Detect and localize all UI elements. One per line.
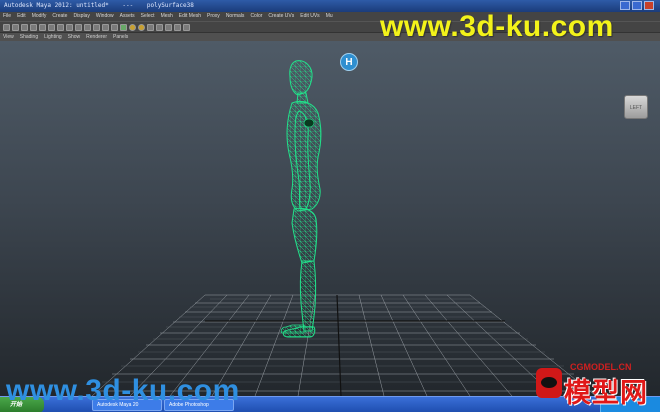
object-name: polySurface38 <box>146 2 194 9</box>
watermark-bottom: www.3d-ku.com <box>6 374 240 407</box>
snap-point-icon[interactable] <box>75 23 82 31</box>
watermark-top: www.3d-ku.com <box>380 10 614 43</box>
menu-file[interactable]: File <box>3 12 11 21</box>
wireframe-character[interactable] <box>0 41 660 396</box>
viewcube-widget[interactable]: LEFT <box>624 95 648 119</box>
save-scene-icon[interactable] <box>21 23 28 31</box>
panel-menu-renderer[interactable]: Renderer <box>86 33 107 41</box>
panel-menu-lighting[interactable]: Lighting <box>44 33 62 41</box>
menu-normals[interactable]: Normals <box>226 12 245 21</box>
menu-create-uvs[interactable]: Create UVs <box>268 12 294 21</box>
channel-box-icon[interactable] <box>174 23 181 31</box>
panel-menu-view[interactable]: View <box>3 33 14 41</box>
menu-assets[interactable]: Assets <box>120 12 135 21</box>
select-component-icon[interactable] <box>48 23 55 31</box>
logo-mascot-icon <box>536 368 562 398</box>
hotbox-h-icon[interactable]: H <box>340 53 358 71</box>
logo-big-text: 模型网 <box>564 378 648 409</box>
menu-proxy[interactable]: Proxy <box>207 12 220 21</box>
menu-muscle[interactable]: Mu <box>326 12 333 21</box>
select-object-icon[interactable] <box>39 23 46 31</box>
hypershade-icon[interactable] <box>147 23 154 31</box>
tool-settings-icon[interactable] <box>165 23 172 31</box>
cgmodel-logo: CGMODEL.CN 模型网 <box>522 362 658 409</box>
menu-color[interactable]: Color <box>250 12 262 21</box>
render-settings-icon[interactable] <box>138 23 145 31</box>
close-button[interactable] <box>644 1 654 10</box>
panel-menu-shading[interactable]: Shading <box>20 33 38 41</box>
ipr-render-icon[interactable] <box>129 23 136 31</box>
snap-curve-icon[interactable] <box>66 23 73 31</box>
attribute-editor-icon[interactable] <box>156 23 163 31</box>
menu-modify[interactable]: Modify <box>32 12 47 21</box>
maximize-button[interactable] <box>632 1 642 10</box>
panel-menu-panels[interactable]: Panels <box>113 33 128 41</box>
construction-history-icon[interactable] <box>102 23 109 31</box>
title-separator: --- <box>122 2 134 9</box>
snap-plane-icon[interactable] <box>84 23 91 31</box>
render-view-icon[interactable] <box>111 23 118 31</box>
3d-viewport[interactable]: H LEFT <box>0 41 660 396</box>
menu-mesh[interactable]: Mesh <box>161 12 173 21</box>
menu-edit-mesh[interactable]: Edit Mesh <box>179 12 201 21</box>
panel-menu-show[interactable]: Show <box>68 33 81 41</box>
window-controls <box>620 1 654 10</box>
menu-create[interactable]: Create <box>52 12 67 21</box>
history-icon[interactable] <box>93 23 100 31</box>
render-frame-icon[interactable] <box>120 23 127 31</box>
minimize-button[interactable] <box>620 1 630 10</box>
new-scene-icon[interactable] <box>3 23 10 31</box>
app-title: Autodesk Maya 2012: untitled* <box>4 2 109 9</box>
layer-editor-icon[interactable] <box>183 23 190 31</box>
snap-grid-icon[interactable] <box>57 23 64 31</box>
menu-select[interactable]: Select <box>141 12 155 21</box>
menu-window[interactable]: Window <box>96 12 114 21</box>
select-hierarchy-icon[interactable] <box>30 23 37 31</box>
open-scene-icon[interactable] <box>12 23 19 31</box>
menu-display[interactable]: Display <box>73 12 89 21</box>
menu-edit-uvs[interactable]: Edit UVs <box>300 12 319 21</box>
menu-edit[interactable]: Edit <box>17 12 26 21</box>
